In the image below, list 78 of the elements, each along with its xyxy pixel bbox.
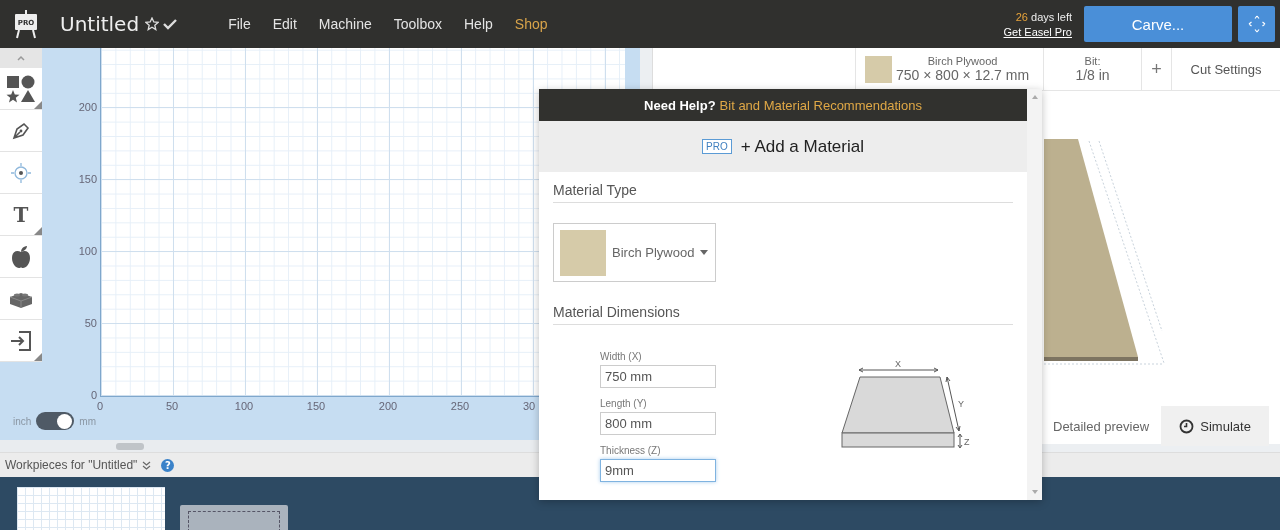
star-icon[interactable] [145, 17, 160, 31]
y-axis-label: 150 [78, 173, 97, 185]
simulate-button[interactable]: Simulate [1161, 406, 1270, 446]
dialog-scrollbar[interactable] [1027, 89, 1042, 500]
material-swatch [865, 55, 892, 83]
menu-item[interactable]: Edit [261, 16, 308, 32]
menu-item[interactable]: File [217, 16, 262, 32]
pro-badge: PRO [702, 139, 732, 154]
chevron-up-icon [17, 55, 25, 61]
tool-button[interactable]: T [0, 194, 42, 236]
submenu-corner-icon [34, 227, 42, 235]
dimension-field[interactable]: 800 mm [600, 412, 716, 435]
x-axis-label: 0 [96, 400, 104, 412]
expand-icon [1246, 14, 1267, 34]
material-name: Birch Plywood [927, 55, 998, 67]
menu-item[interactable]: Help [453, 16, 504, 32]
field-label: Thickness (Z) [600, 445, 662, 456]
axis-label: Y [958, 399, 964, 409]
menu-item[interactable]: Shop [503, 16, 559, 32]
scroll-down-icon[interactable] [1031, 490, 1038, 494]
dimension-field[interactable]: 9mm [600, 459, 716, 482]
clock-icon [1179, 418, 1195, 434]
unit-label: inch [13, 415, 32, 427]
shapes-icon [6, 74, 36, 103]
tool-button[interactable] [0, 110, 42, 152]
unit-toggle[interactable] [36, 412, 75, 430]
help-badge[interactable]: ? [161, 458, 175, 472]
y-axis-label: 100 [78, 245, 97, 257]
field-label: Width (X) [600, 351, 643, 362]
axis-label: Z [964, 437, 970, 447]
field-label: Length (Y) [600, 398, 648, 409]
material-dropdown[interactable]: Birch Plywood [553, 223, 716, 282]
x-axis-label: 250 [450, 400, 470, 412]
menu-item[interactable]: Toolbox [382, 16, 453, 32]
tool-button[interactable] [0, 68, 42, 110]
material-swatch [560, 229, 606, 276]
upgrade-link[interactable]: Get Easel Pro [1003, 25, 1072, 38]
section-heading: Material Type [553, 182, 1013, 203]
x-axis-label: 200 [378, 400, 398, 412]
dialog-title[interactable]: + Add a Material [740, 136, 864, 157]
scrollbar-thumb[interactable] [116, 443, 144, 450]
tool-button[interactable] [0, 320, 42, 362]
dropdown-caret-icon [700, 250, 709, 255]
y-axis-label: 200 [78, 101, 97, 113]
y-axis-label: 0 [90, 389, 97, 401]
pen-nib-icon [11, 120, 31, 141]
submenu-corner-icon [34, 101, 42, 109]
tool-button[interactable] [0, 278, 42, 320]
x-axis-label: 30 [523, 400, 536, 412]
text-tool-glyph: T [13, 202, 29, 227]
bit-label: Bit: [1084, 55, 1101, 67]
x-axis-label: 100 [234, 400, 254, 412]
menu-item[interactable]: Machine [307, 16, 383, 32]
expand-button[interactable] [1238, 6, 1275, 42]
section-heading: Material Dimensions [553, 304, 1013, 325]
axis-label: X [895, 359, 901, 369]
material-dimensions: 750 × 800 × 12.7 mm [896, 67, 1030, 83]
tool-button[interactable] [0, 236, 42, 278]
x-axis-label: 50 [165, 400, 179, 412]
detailed-preview-toggle[interactable]: Detailed preview [1053, 418, 1150, 434]
project-title[interactable]: Untitled [60, 12, 140, 36]
check-icon [163, 18, 178, 30]
double-chevron-icon[interactable] [142, 460, 152, 470]
crosshair-icon [10, 161, 32, 184]
dimension-field[interactable]: 750 mm [600, 365, 716, 388]
workpieces-label: Workpieces for "Untitled" [5, 458, 138, 472]
workpiece-thumbnail[interactable] [17, 487, 165, 530]
recommendations-link[interactable]: Bit and Material Recommendations [719, 97, 922, 113]
apple-icon [10, 244, 32, 269]
help-prompt: Need Help? [644, 97, 716, 113]
submenu-corner-icon [34, 353, 42, 361]
y-axis-label: 50 [84, 317, 97, 329]
trial-days-text: 26 days left [1015, 10, 1072, 23]
import-icon [10, 329, 32, 352]
scroll-up-icon[interactable] [1031, 95, 1038, 99]
x-axis-label: 150 [306, 400, 326, 412]
unit-label: mm [79, 415, 97, 427]
bit-size: 1/8 in [1075, 67, 1110, 83]
